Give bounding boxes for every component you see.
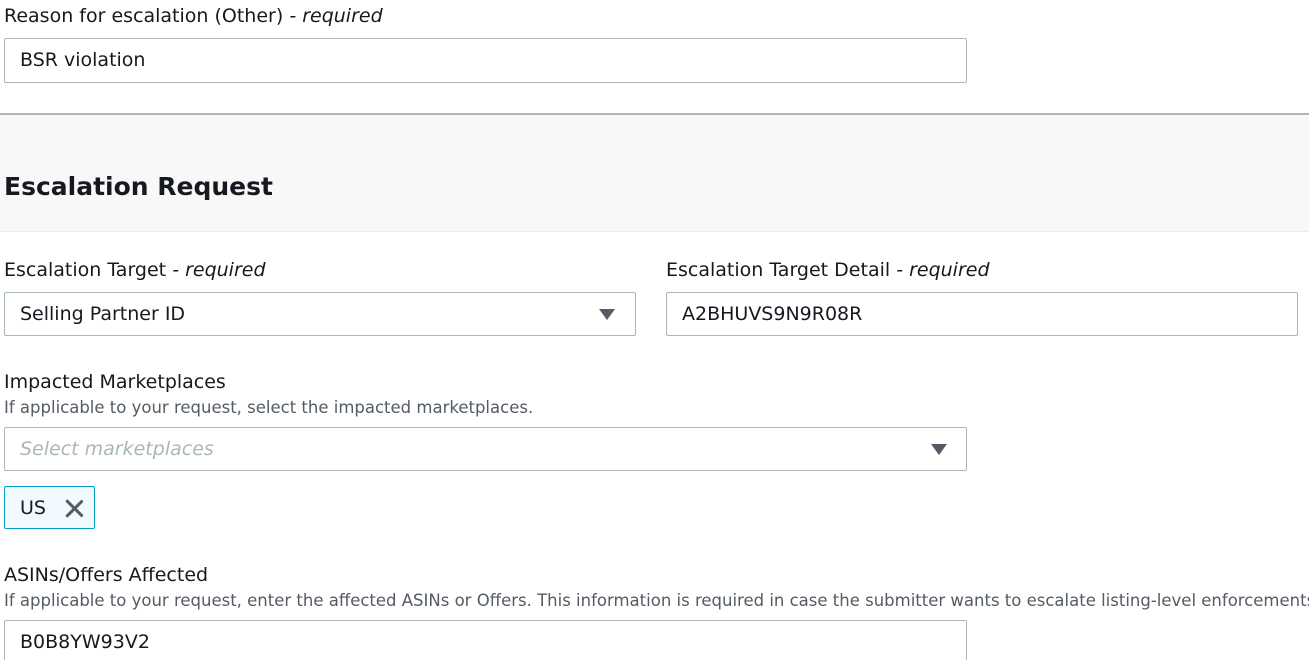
escalation-target-selected-value: Selling Partner ID xyxy=(20,303,186,325)
section-divider xyxy=(0,113,1309,115)
caret-down-icon[interactable] xyxy=(599,309,615,320)
asins-offers-description: If applicable to your request, enter the… xyxy=(4,591,1309,610)
impacted-marketplaces-label: Impacted Marketplaces xyxy=(4,371,226,393)
reason-label-text: Reason for escalation (Other) xyxy=(4,5,284,27)
escalation-target-required-marker: - required xyxy=(172,259,266,281)
escalation-target-label-text: Escalation Target xyxy=(4,259,167,281)
escalation-target-detail-label-text: Escalation Target Detail xyxy=(666,259,891,281)
impacted-marketplaces-description: If applicable to your request, select th… xyxy=(4,398,534,417)
reason-field-label: Reason for escalation (Other) - required xyxy=(4,4,383,28)
marketplace-token-us: US xyxy=(4,486,95,529)
asins-offers-input[interactable]: B0B8YW93V2 xyxy=(4,620,967,660)
reason-input[interactable]: BSR violation xyxy=(4,38,967,83)
escalation-form-page: Reason for escalation (Other) - required… xyxy=(0,0,1309,660)
escalation-target-label: Escalation Target - required xyxy=(4,258,266,282)
escalation-target-detail-input[interactable]: A2BHUVS9N9R08R xyxy=(666,292,1298,336)
token-label: US xyxy=(20,496,46,519)
escalation-target-detail-required-marker: - required xyxy=(896,259,990,281)
escalation-target-detail-label: Escalation Target Detail - required xyxy=(666,258,990,282)
section-header-bottom-border xyxy=(0,231,1309,232)
caret-down-icon[interactable] xyxy=(931,444,947,455)
close-icon[interactable] xyxy=(64,498,84,518)
asins-offers-label: ASINs/Offers Affected xyxy=(4,564,209,586)
escalation-target-select[interactable]: Selling Partner ID xyxy=(4,292,636,336)
section-title: Escalation Request xyxy=(4,172,273,201)
marketplaces-placeholder: Select marketplaces xyxy=(20,438,214,460)
marketplaces-multiselect[interactable]: Select marketplaces xyxy=(4,427,967,471)
reason-required-marker: - required xyxy=(289,5,383,27)
